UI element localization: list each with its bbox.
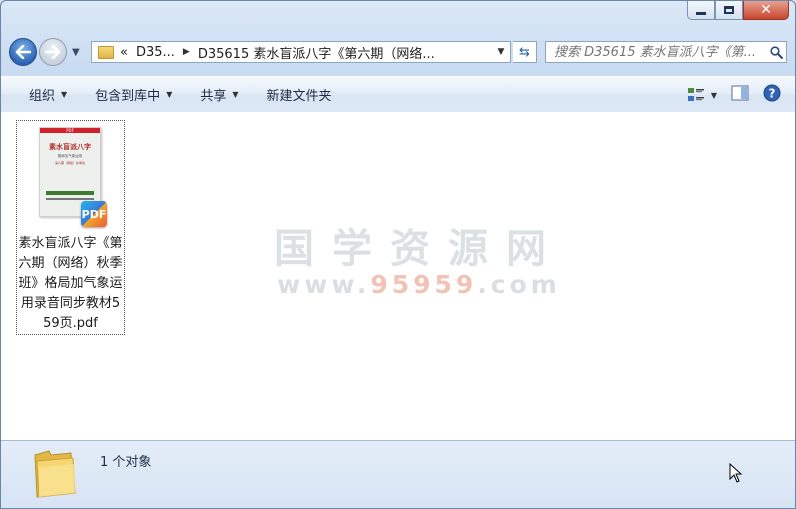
watermark-url-prefix: www.: [277, 270, 371, 299]
back-button[interactable]: [9, 38, 37, 66]
address-bar[interactable]: « D35... ▶ D35615 素水盲派八字《第六期（网络... ▼: [91, 41, 511, 63]
watermark-title: 国学资源网: [274, 226, 564, 272]
thumbnail-band: [46, 191, 94, 195]
command-bar: 组织 ▼ 包含到库中 ▼ 共享 ▼ 新建文件夹 ▼ ?: [1, 76, 795, 113]
details-pane: 1 个对象: [1, 440, 795, 508]
thumbnail-title: 素水盲派八字: [49, 143, 91, 151]
refresh-button[interactable]: ⇆: [513, 41, 537, 63]
watermark-url: www.95959.com: [274, 270, 564, 299]
close-icon: ✕: [760, 2, 772, 18]
folder-icon: [34, 450, 76, 498]
organize-menu[interactable]: 组织 ▼: [1, 85, 81, 104]
view-controls: ▼ ?: [687, 84, 781, 106]
recent-pages-button[interactable]: ▼: [72, 47, 80, 58]
search-box[interactable]: [545, 41, 787, 63]
forward-button[interactable]: [39, 38, 67, 66]
search-icon[interactable]: [766, 45, 786, 59]
mouse-cursor-icon: [729, 463, 743, 483]
file-thumbnail-wrap: PDF 素水盲派八字 格局加气象运用 第六期（网络）秋季班 PDF: [17, 121, 124, 227]
pdf-badge-label: PDF: [81, 207, 107, 221]
watermark: 国学资源网 www.95959.com: [274, 216, 564, 299]
arrow-left-icon: [15, 45, 31, 59]
caret-down-icon: ▼: [61, 90, 68, 99]
maximize-button[interactable]: [715, 1, 743, 20]
new-folder-button[interactable]: 新建文件夹: [253, 85, 346, 104]
thumbnail-header: PDF: [40, 128, 100, 133]
breadcrumb-item-parent[interactable]: D35...: [136, 45, 175, 60]
caret-down-icon: ▼: [710, 90, 717, 100]
thumbnail-subtitle: 格局加气象运用: [57, 154, 83, 158]
arrow-right-icon: [45, 45, 61, 59]
svg-text:?: ?: [769, 87, 776, 101]
chevron-down-icon: ▼: [72, 47, 80, 58]
navigation-bar: ▼ « D35... ▶ D35615 素水盲派八字《第六期（网络... ▼ ⇆: [9, 37, 787, 69]
address-dropdown-icon[interactable]: ▼: [491, 47, 510, 57]
view-icon: [687, 88, 704, 101]
pdf-file-icon: PDF: [81, 201, 107, 227]
window-controls: ✕: [687, 1, 789, 21]
folder-icon: [98, 45, 114, 59]
watermark-url-suffix: .com: [477, 270, 561, 299]
close-button[interactable]: ✕: [743, 1, 789, 20]
include-in-library-menu[interactable]: 包含到库中 ▼: [81, 85, 186, 104]
item-count: 1 个对象: [100, 455, 152, 470]
file-list[interactable]: PDF 素水盲派八字 格局加气象运用 第六期（网络）秋季班 PDF 素水盲派八字…: [1, 112, 795, 440]
organize-label: 组织: [29, 89, 56, 104]
minimize-button[interactable]: [687, 1, 715, 20]
minimize-icon: [696, 11, 706, 15]
watermark-url-number: 95959: [370, 270, 478, 299]
change-view-button[interactable]: ▼: [687, 87, 717, 103]
breadcrumb-overflow[interactable]: «: [120, 45, 128, 60]
include-library-label: 包含到库中: [95, 89, 161, 104]
share-menu[interactable]: 共享 ▼: [186, 85, 252, 104]
help-button[interactable]: ?: [763, 84, 781, 106]
refresh-icon: ⇆: [519, 44, 530, 60]
preview-pane-button[interactable]: [731, 85, 749, 105]
maximize-icon: [724, 6, 734, 14]
explorer-window: ✕ ▼ « D35... ▶ D35615 素水盲派八字《第六期（网络... ▼…: [0, 0, 796, 509]
search-input[interactable]: [554, 43, 766, 61]
thumbnail-note: 第六期（网络）秋季班: [54, 161, 85, 165]
breadcrumb-item-current[interactable]: D35615 素水盲派八字《第六期（网络...: [198, 43, 435, 62]
caret-down-icon: ▼: [232, 90, 239, 99]
new-folder-label: 新建文件夹: [266, 89, 332, 104]
file-item[interactable]: PDF 素水盲派八字 格局加气象运用 第六期（网络）秋季班 PDF 素水盲派八字…: [16, 120, 125, 335]
help-icon: ?: [763, 84, 781, 102]
caret-down-icon: ▼: [166, 90, 173, 99]
file-name[interactable]: 素水盲派八字《第六期（网络）秋季班》格局加气象运用录音同步教材559页.pdf: [19, 234, 123, 334]
breadcrumb-separator-icon[interactable]: ▶: [183, 47, 190, 57]
thumbnail-line: [46, 198, 94, 200]
share-label: 共享: [200, 89, 227, 104]
preview-pane-icon: [731, 85, 749, 101]
